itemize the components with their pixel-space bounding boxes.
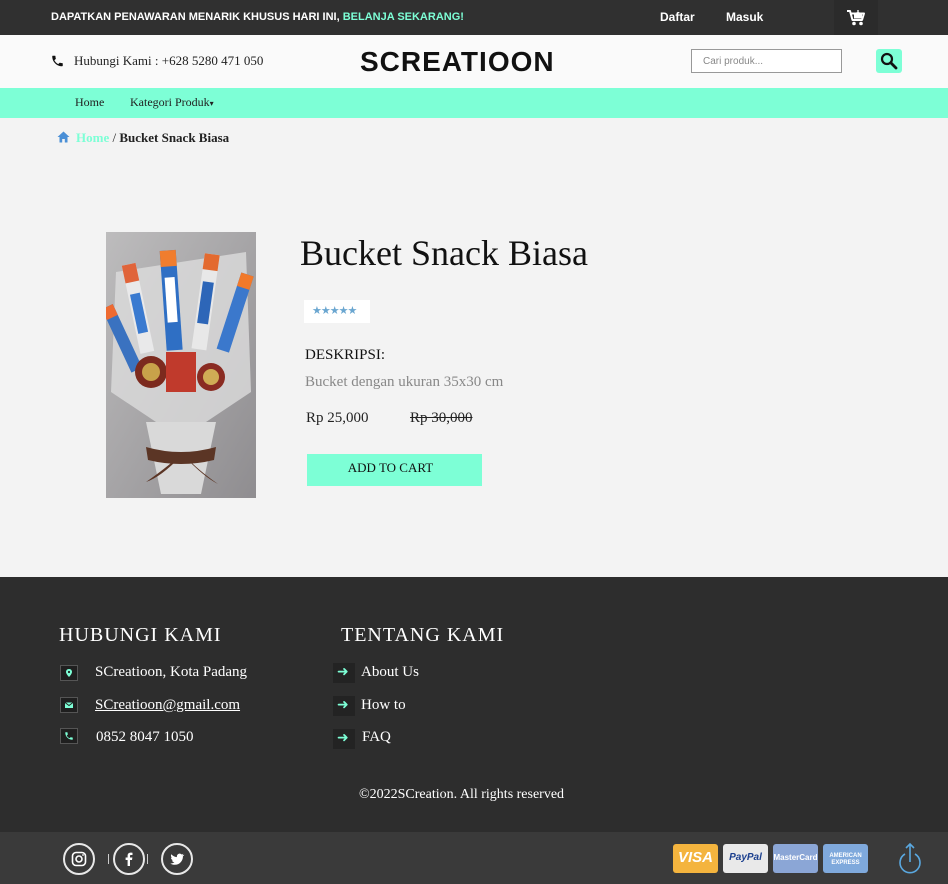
promo-text: DAPATKAN PENAWARAN MENARIK KHUSUS HARI I… (51, 11, 343, 23)
top-promo-bar: DAPATKAN PENAWARAN MENARIK KHUSUS HARI I… (0, 0, 948, 35)
twitter-icon (170, 853, 185, 865)
scroll-top-icon[interactable] (897, 842, 923, 874)
cart-icon (847, 10, 865, 26)
arrow-right-icon: ➜ (333, 729, 355, 749)
visa-logo: VISA (673, 844, 718, 873)
footer-about-heading: TENTANG KAMI (341, 624, 505, 646)
nav-categories-label: Kategori Produk (130, 95, 210, 109)
footer-contact-heading: HUBUNGI KAMI (59, 624, 222, 646)
promo-banner: DAPATKAN PENAWARAN MENARIK KHUSUS HARI I… (51, 11, 464, 23)
footer-email[interactable]: SCreatioon@gmail.com (95, 697, 240, 714)
product-description: Bucket dengan ukuran 35x30 cm (305, 374, 504, 390)
chevron-down-icon: ▾ (209, 99, 214, 108)
facebook-link[interactable] (113, 843, 145, 875)
mastercard-logo: MasterCard (773, 844, 818, 873)
location-icon (60, 665, 78, 681)
footer-address: SCreatioon, Kota Padang (95, 664, 248, 680)
footer-link-about-us[interactable]: About Us (361, 664, 419, 681)
site-logo[interactable]: SCREATIOON (360, 46, 555, 78)
add-to-cart-button[interactable]: ADD TO CART (307, 454, 482, 486)
nav-categories[interactable]: Kategori Produk▾ (130, 95, 214, 110)
phone-icon (60, 728, 78, 744)
footer-link-how-to[interactable]: How to (361, 697, 406, 714)
main-nav: Home Kategori Produk▾ (0, 88, 948, 118)
amex-line1: AMERICAN (829, 853, 862, 859)
shop-now-link[interactable]: BELANJA SEKARANG! (343, 11, 464, 23)
divider (108, 854, 109, 864)
site-footer: HUBUNGI KAMI SCreatioon, Kota Padang SCr… (0, 577, 948, 832)
breadcrumb-separator: / (109, 130, 120, 145)
facebook-icon (125, 852, 133, 866)
site-header: Hubungi Kami : +628 5280 471 050 SCREATI… (0, 35, 948, 88)
rating-stars: ★★★★★ (312, 305, 357, 317)
phone-icon (52, 55, 63, 67)
home-icon (57, 131, 70, 143)
bottom-bar: VISA PayPal MasterCard AMERICAN EXPRESS (0, 832, 948, 884)
arrow-right-icon: ➜ (333, 696, 355, 716)
product-price: Rp 25,000 (306, 410, 369, 426)
description-label: DESKRIPSI: (305, 347, 386, 363)
footer-link-faq[interactable]: FAQ (362, 729, 391, 746)
breadcrumb: Home / Bucket Snack Biasa (57, 130, 229, 146)
product-title: Bucket Snack Biasa (300, 233, 588, 273)
breadcrumb-current: Bucket Snack Biasa (119, 130, 230, 145)
search-icon (880, 52, 898, 70)
arrow-right-icon: ➜ (333, 663, 355, 683)
divider (147, 854, 148, 864)
breadcrumb-home[interactable]: Home (76, 130, 109, 145)
instagram-icon (71, 851, 87, 867)
instagram-link[interactable] (63, 843, 95, 875)
login-link[interactable]: Masuk (726, 10, 763, 24)
copyright: ©2022SCreation. All rights reserved (359, 787, 565, 802)
mail-icon (60, 697, 78, 713)
search-button[interactable] (876, 49, 902, 73)
amex-logo: AMERICAN EXPRESS (823, 844, 868, 873)
product-rating: ★★★★★ (304, 300, 370, 323)
amex-line2: EXPRESS (831, 860, 860, 866)
paypal-logo: PayPal (723, 844, 768, 873)
product-old-price: Rp 30,000 (410, 410, 473, 426)
register-link[interactable]: Daftar (660, 10, 695, 24)
product-image[interactable] (106, 232, 256, 498)
footer-phone: 0852 8047 1050 (96, 729, 194, 745)
search-input[interactable] (691, 49, 842, 73)
contact-phone: Hubungi Kami : +628 5280 471 050 (74, 53, 264, 68)
cart-button[interactable] (834, 0, 878, 35)
twitter-link[interactable] (161, 843, 193, 875)
nav-home[interactable]: Home (75, 95, 104, 110)
